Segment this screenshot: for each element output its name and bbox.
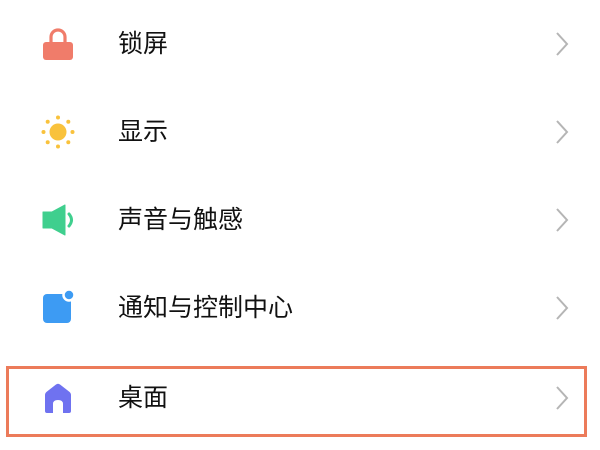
chevron-right-icon: [552, 385, 572, 411]
settings-item-label: 显示: [118, 117, 169, 146]
lock-icon: [40, 26, 76, 62]
settings-item-label: 通知与控制中心: [118, 293, 294, 322]
chevron-right-icon: [552, 119, 572, 145]
notification-icon: [40, 290, 76, 326]
settings-item-desktop[interactable]: 桌面: [0, 354, 600, 442]
settings-item-label: 桌面: [118, 383, 169, 412]
settings-item-label: 锁屏: [118, 29, 169, 58]
chevron-right-icon: [552, 295, 572, 321]
settings-item-label: 声音与触感: [118, 205, 244, 234]
settings-item-lock-screen[interactable]: 锁屏: [0, 0, 600, 88]
chevron-right-icon: [552, 31, 572, 57]
chevron-right-icon: [552, 207, 572, 233]
sun-icon: [40, 114, 76, 150]
home-icon: [40, 380, 76, 416]
settings-item-display[interactable]: 显示: [0, 88, 600, 176]
speaker-icon: [40, 202, 76, 238]
settings-list: 锁屏 显示 声音与触感 通知与控制中心 桌面: [0, 0, 600, 450]
settings-item-notifications[interactable]: 通知与控制中心: [0, 264, 600, 352]
settings-item-sound[interactable]: 声音与触感: [0, 176, 600, 264]
